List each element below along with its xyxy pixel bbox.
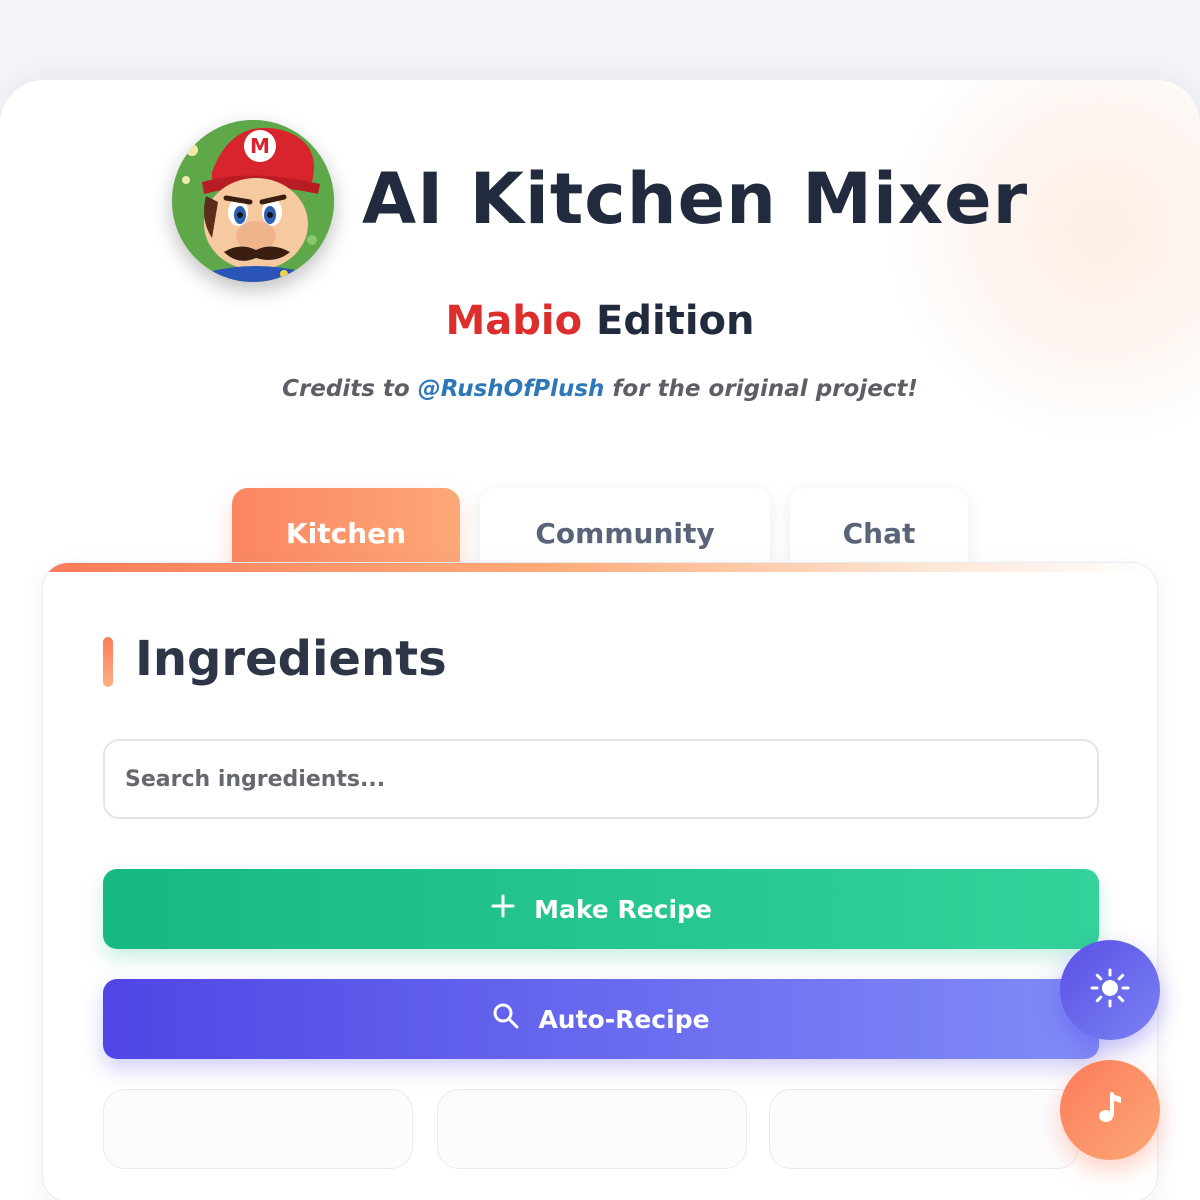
svg-text:M: M [250,134,270,158]
mario-avatar: M [172,120,334,282]
credits-suffix: for the original project! [612,376,918,402]
plus-icon [490,893,516,925]
auto-recipe-button[interactable]: Auto-Recipe [103,979,1099,1059]
ingredient-card[interactable] [437,1089,747,1169]
music-note-icon [1090,1088,1130,1132]
theme-toggle-button[interactable] [1060,940,1160,1040]
edition-label: Edition [596,298,755,344]
app-title: AI Kitchen Mixer [362,158,1029,240]
edition-highlight: Mabio [445,298,583,344]
ingredient-card[interactable] [769,1089,1079,1169]
ingredients-panel: Ingredients Make Recipe Auto-Recipe [42,562,1158,1200]
credits-line: Credits to @RushOfPlush for the original… [0,376,1200,402]
app-header: M AI Kitchen Mixer [0,120,1200,282]
make-recipe-button[interactable]: Make Recipe [103,869,1099,949]
ingredient-card[interactable] [103,1089,413,1169]
auto-recipe-label: Auto-Recipe [538,1004,710,1034]
mario-avatar-icon: M [172,120,334,282]
ingredient-search-input[interactable] [103,739,1099,819]
credits-prefix: Credits to [282,376,410,402]
credits-handle-link[interactable]: @RushOfPlush [418,376,605,402]
music-toggle-button[interactable] [1060,1060,1160,1160]
make-recipe-label: Make Recipe [534,894,712,924]
search-icon [492,1002,520,1036]
section-accent-marker [103,637,113,687]
panel-accent-bar [43,563,1157,572]
ingredients-title: Ingredients [135,631,447,687]
sun-icon [1088,966,1132,1014]
edition-subtitle: Mabio Edition [0,298,1200,344]
